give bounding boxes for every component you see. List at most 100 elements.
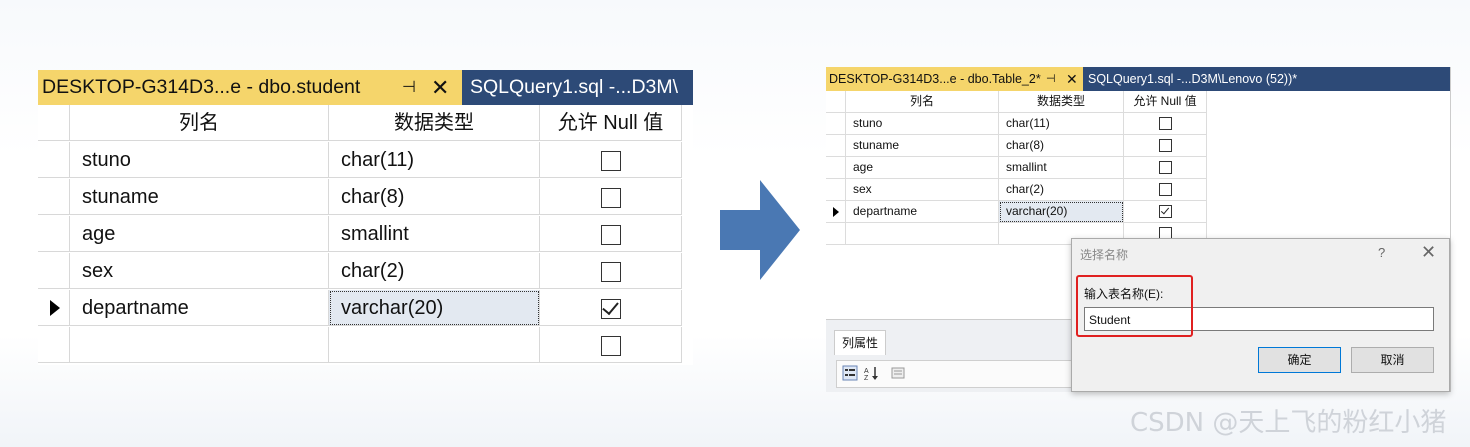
data-type-cell[interactable]: smallint bbox=[329, 216, 540, 252]
close-icon[interactable]: ✕ bbox=[1066, 67, 1078, 91]
column-name-cell[interactable]: stuname bbox=[70, 179, 329, 215]
column-name-cell[interactable] bbox=[846, 223, 999, 245]
table-row[interactable]: stuno char(11) bbox=[38, 142, 682, 179]
column-name-cell[interactable]: departname bbox=[70, 290, 329, 326]
allow-null-checkbox[interactable] bbox=[600, 261, 621, 282]
dialog-title: 选择名称 bbox=[1080, 248, 1129, 262]
row-selector[interactable] bbox=[38, 290, 70, 326]
table-row[interactable]: age smallint bbox=[826, 157, 1207, 179]
column-name-cell[interactable]: sex bbox=[70, 253, 329, 289]
allow-null-checkbox[interactable] bbox=[600, 150, 621, 171]
allow-null-checkbox[interactable] bbox=[600, 335, 621, 356]
table-row[interactable]: stuname char(8) bbox=[38, 179, 682, 216]
table-row[interactable]: departname varchar(20) bbox=[826, 201, 1207, 223]
row-selector[interactable] bbox=[38, 253, 70, 289]
allow-null-cell[interactable] bbox=[540, 142, 682, 178]
allow-null-cell[interactable] bbox=[1124, 113, 1207, 135]
row-selector[interactable] bbox=[826, 223, 846, 245]
allow-null-cell[interactable] bbox=[1124, 179, 1207, 201]
row-selector-header bbox=[38, 105, 70, 141]
table-row[interactable]: departname varchar(20) bbox=[38, 290, 682, 327]
cancel-button[interactable]: 取消 bbox=[1351, 347, 1434, 373]
allow-null-checkbox[interactable] bbox=[600, 187, 621, 208]
column-name-cell[interactable]: age bbox=[846, 157, 999, 179]
sort-alphabetical-icon[interactable]: AZ bbox=[863, 365, 881, 383]
table-name-label: 输入表名称(E): bbox=[1084, 287, 1164, 301]
column-name-cell[interactable]: stuname bbox=[846, 135, 999, 157]
header-allow-null: 允许 Null 值 bbox=[540, 105, 682, 141]
left-tab-bar: DESKTOP-G314D3...e - dbo.student ⊣ ✕ SQL… bbox=[38, 70, 693, 105]
allow-null-cell[interactable] bbox=[1124, 201, 1207, 223]
svg-text:Z: Z bbox=[864, 375, 869, 381]
row-selector[interactable] bbox=[38, 142, 70, 178]
table-row[interactable]: sex char(2) bbox=[826, 179, 1207, 201]
row-selector[interactable] bbox=[38, 216, 70, 252]
column-name-cell[interactable]: stuno bbox=[70, 142, 329, 178]
data-type-cell[interactable]: char(2) bbox=[329, 253, 540, 289]
allow-null-checkbox[interactable] bbox=[1158, 117, 1172, 131]
tab-column-properties[interactable]: 列属性 bbox=[834, 330, 886, 355]
column-name-cell[interactable]: sex bbox=[846, 179, 999, 201]
close-icon[interactable]: ✕ bbox=[431, 70, 449, 105]
allow-null-checkbox[interactable] bbox=[1158, 183, 1172, 197]
allow-null-cell[interactable] bbox=[540, 290, 682, 326]
tab-title: DESKTOP-G314D3...e - dbo.student bbox=[42, 76, 361, 98]
column-name-cell[interactable]: stuno bbox=[846, 113, 999, 135]
header-data-type: 数据类型 bbox=[999, 91, 1124, 113]
table-name-input[interactable]: Student bbox=[1084, 307, 1434, 331]
data-type-cell[interactable]: varchar(20) bbox=[329, 290, 540, 326]
data-type-cell[interactable]: varchar(20) bbox=[999, 201, 1124, 223]
allow-null-cell[interactable] bbox=[540, 253, 682, 289]
allow-null-checkbox[interactable] bbox=[1158, 139, 1172, 153]
help-icon[interactable]: ? bbox=[1378, 245, 1385, 260]
row-selector[interactable] bbox=[826, 113, 846, 135]
data-type-cell[interactable]: char(8) bbox=[999, 135, 1124, 157]
categorized-icon[interactable] bbox=[841, 365, 859, 383]
allow-null-checkbox[interactable] bbox=[600, 298, 621, 319]
row-selector[interactable] bbox=[826, 157, 846, 179]
row-selector[interactable] bbox=[826, 135, 846, 157]
close-icon[interactable]: ✕ bbox=[1421, 242, 1436, 263]
table-row[interactable]: stuname char(8) bbox=[826, 135, 1207, 157]
allow-null-cell[interactable] bbox=[540, 179, 682, 215]
table-row[interactable]: age smallint bbox=[38, 216, 682, 253]
allow-null-cell[interactable] bbox=[540, 327, 682, 363]
table-row[interactable] bbox=[38, 327, 682, 364]
tab-sqlquery1[interactable]: SQLQuery1.sql -...D3M\Lenovo (52))* bbox=[1083, 67, 1450, 91]
svg-text:A: A bbox=[864, 368, 869, 375]
allow-null-cell[interactable] bbox=[1124, 135, 1207, 157]
allow-null-checkbox[interactable] bbox=[1158, 161, 1172, 175]
property-pages-icon[interactable] bbox=[889, 365, 907, 383]
row-selector[interactable] bbox=[826, 201, 846, 223]
tab-sqlquery1[interactable]: SQLQuery1.sql -...D3M\ bbox=[462, 70, 693, 105]
tab-title: DESKTOP-G314D3...e - dbo.Table_2* bbox=[829, 72, 1041, 86]
header-column-name: 列名 bbox=[846, 91, 999, 113]
column-name-cell[interactable]: age bbox=[70, 216, 329, 252]
pin-icon[interactable]: ⊣ bbox=[1046, 67, 1056, 91]
current-row-icon bbox=[833, 207, 839, 217]
row-selector[interactable] bbox=[38, 179, 70, 215]
data-type-cell[interactable]: char(2) bbox=[999, 179, 1124, 201]
pin-icon[interactable]: ⊣ bbox=[402, 70, 416, 105]
watermark: CSDN @天上飞的粉红小猪 bbox=[1130, 408, 1447, 438]
data-type-cell[interactable] bbox=[329, 327, 540, 363]
column-name-cell[interactable]: departname bbox=[846, 201, 999, 223]
data-type-cell[interactable]: smallint bbox=[999, 157, 1124, 179]
tab-dbo-table2[interactable]: DESKTOP-G314D3...e - dbo.Table_2* ⊣ ✕ bbox=[826, 67, 1083, 91]
data-type-cell[interactable]: char(8) bbox=[329, 179, 540, 215]
ok-button[interactable]: 确定 bbox=[1258, 347, 1341, 373]
data-type-cell[interactable]: char(11) bbox=[999, 113, 1124, 135]
row-selector[interactable] bbox=[38, 327, 70, 363]
tab-dbo-student[interactable]: DESKTOP-G314D3...e - dbo.student ⊣ ✕ bbox=[38, 70, 462, 105]
allow-null-cell[interactable] bbox=[1124, 157, 1207, 179]
allow-null-checkbox[interactable] bbox=[600, 224, 621, 245]
row-selector-header bbox=[826, 91, 846, 113]
data-type-cell[interactable]: char(11) bbox=[329, 142, 540, 178]
allow-null-checkbox[interactable] bbox=[1158, 205, 1172, 219]
column-name-cell[interactable] bbox=[70, 327, 329, 363]
row-selector[interactable] bbox=[826, 179, 846, 201]
current-row-icon bbox=[50, 300, 60, 316]
table-row[interactable]: stuno char(11) bbox=[826, 113, 1207, 135]
table-row[interactable]: sex char(2) bbox=[38, 253, 682, 290]
allow-null-cell[interactable] bbox=[540, 216, 682, 252]
